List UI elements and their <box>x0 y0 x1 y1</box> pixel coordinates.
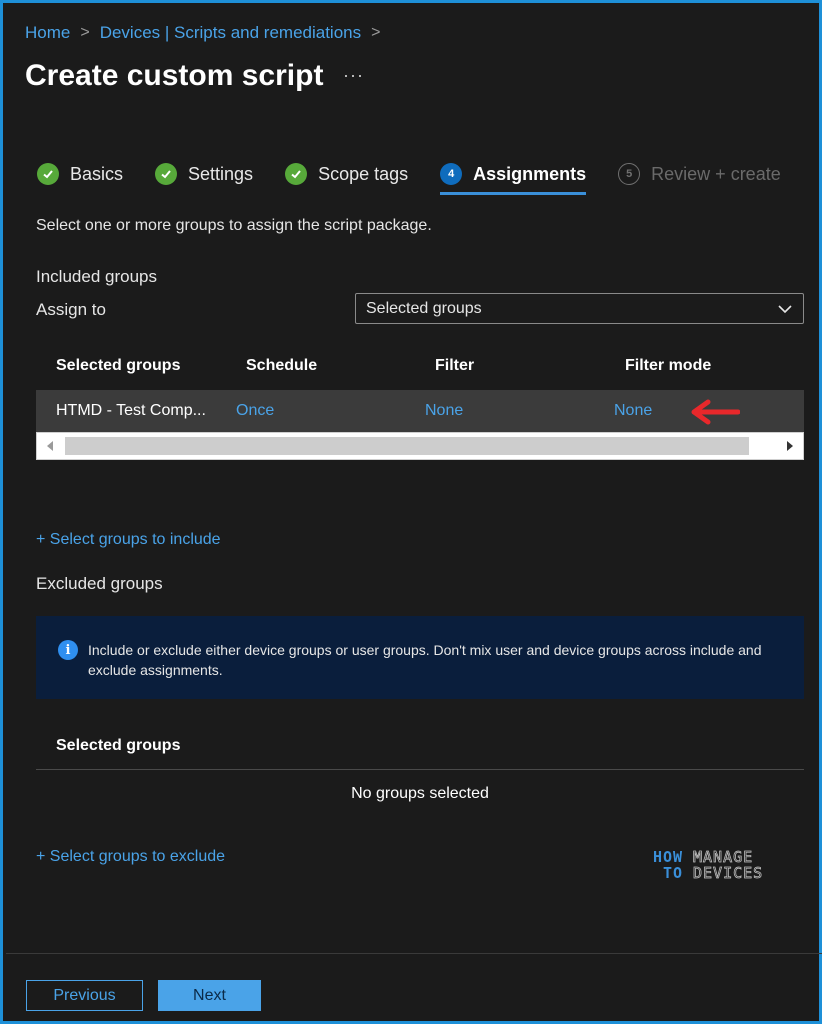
wizard-step-review-create: 5 Review + create <box>618 163 781 185</box>
app-window: Home > Devices | Scripts and remediation… <box>0 0 822 1024</box>
assign-to-dropdown[interactable]: Selected groups <box>355 293 804 324</box>
horizontal-scrollbar[interactable] <box>36 432 804 460</box>
included-groups-heading: Included groups <box>36 267 157 286</box>
chevron-down-icon <box>778 305 792 314</box>
logo-text-to: TO <box>663 864 684 882</box>
wizard-step-scope-tags[interactable]: Scope tags <box>285 163 408 185</box>
table-row[interactable]: HTMD - Test Comp... Once None None <box>36 390 804 432</box>
column-header-schedule: Schedule <box>246 357 318 374</box>
excluded-column-header-selected-groups: Selected groups <box>56 737 181 754</box>
breadcrumb-scripts[interactable]: Devices | Scripts and remediations <box>100 23 361 43</box>
info-banner: i Include or exclude either device group… <box>36 616 804 699</box>
wizard-step-assignments[interactable]: 4 Assignments <box>440 163 587 195</box>
next-button[interactable]: Next <box>158 980 261 1011</box>
scrollbar-thumb[interactable] <box>65 437 749 455</box>
wizard-step-basics[interactable]: Basics <box>37 163 123 185</box>
scroll-right-arrow-icon[interactable] <box>785 440 795 452</box>
select-groups-to-include-link[interactable]: + Select groups to include <box>36 531 221 549</box>
column-header-filter-mode: Filter mode <box>625 357 712 374</box>
wizard-step-settings[interactable]: Settings <box>155 163 253 185</box>
wizard-steps: Basics Settings Scope tags 4 Assignments… <box>37 163 813 195</box>
wizard-step-label: Review + create <box>651 163 781 184</box>
select-groups-to-exclude-link[interactable]: + Select groups to exclude <box>36 848 225 866</box>
column-header-selected-groups: Selected groups <box>56 357 181 374</box>
included-groups-table-header: Selected groups Schedule Filter Filter m… <box>36 355 804 381</box>
cell-schedule-link[interactable]: Once <box>236 402 274 420</box>
assign-to-label: Assign to <box>36 300 106 319</box>
cell-filter-mode-link[interactable]: None <box>614 402 652 420</box>
breadcrumb-home[interactable]: Home <box>25 23 70 43</box>
how-to-manage-devices-logo: HOW TO MANAGE DEVICES <box>653 846 768 883</box>
wizard-step-label: Scope tags <box>318 163 409 184</box>
footer-divider <box>6 953 822 954</box>
info-icon: i <box>58 640 78 660</box>
assignments-description: Select one or more groups to assign the … <box>36 217 432 234</box>
assign-to-value: Selected groups <box>366 299 482 317</box>
step-number-badge: 5 <box>618 163 641 185</box>
checkmark-icon <box>155 163 178 185</box>
previous-button[interactable]: Previous <box>26 980 143 1011</box>
scroll-left-arrow-icon[interactable] <box>45 440 55 452</box>
no-groups-selected-text: No groups selected <box>351 785 489 802</box>
more-options-icon[interactable]: ··· <box>343 65 364 86</box>
wizard-step-label: Settings <box>188 163 254 184</box>
divider <box>36 769 804 770</box>
info-banner-text: Include or exclude either device groups … <box>88 642 762 678</box>
step-number-badge: 4 <box>440 163 463 185</box>
wizard-step-label: Assignments <box>473 163 587 184</box>
cell-group-name: HTMD - Test Comp... <box>56 402 206 419</box>
logo-text-devices: DEVICES <box>693 864 764 883</box>
checkmark-icon <box>285 163 308 185</box>
red-arrow-annotation-icon <box>691 399 740 425</box>
breadcrumb: Home > Devices | Scripts and remediation… <box>25 23 380 43</box>
excluded-groups-heading: Excluded groups <box>36 574 163 593</box>
breadcrumb-separator: > <box>80 24 90 41</box>
wizard-step-label: Basics <box>70 163 124 184</box>
cell-filter-link[interactable]: None <box>425 402 463 420</box>
breadcrumb-separator: > <box>371 24 381 41</box>
checkmark-icon <box>37 163 59 185</box>
page-title: Create custom script <box>25 59 324 92</box>
column-header-filter: Filter <box>435 357 475 374</box>
active-step-underline <box>440 192 587 195</box>
